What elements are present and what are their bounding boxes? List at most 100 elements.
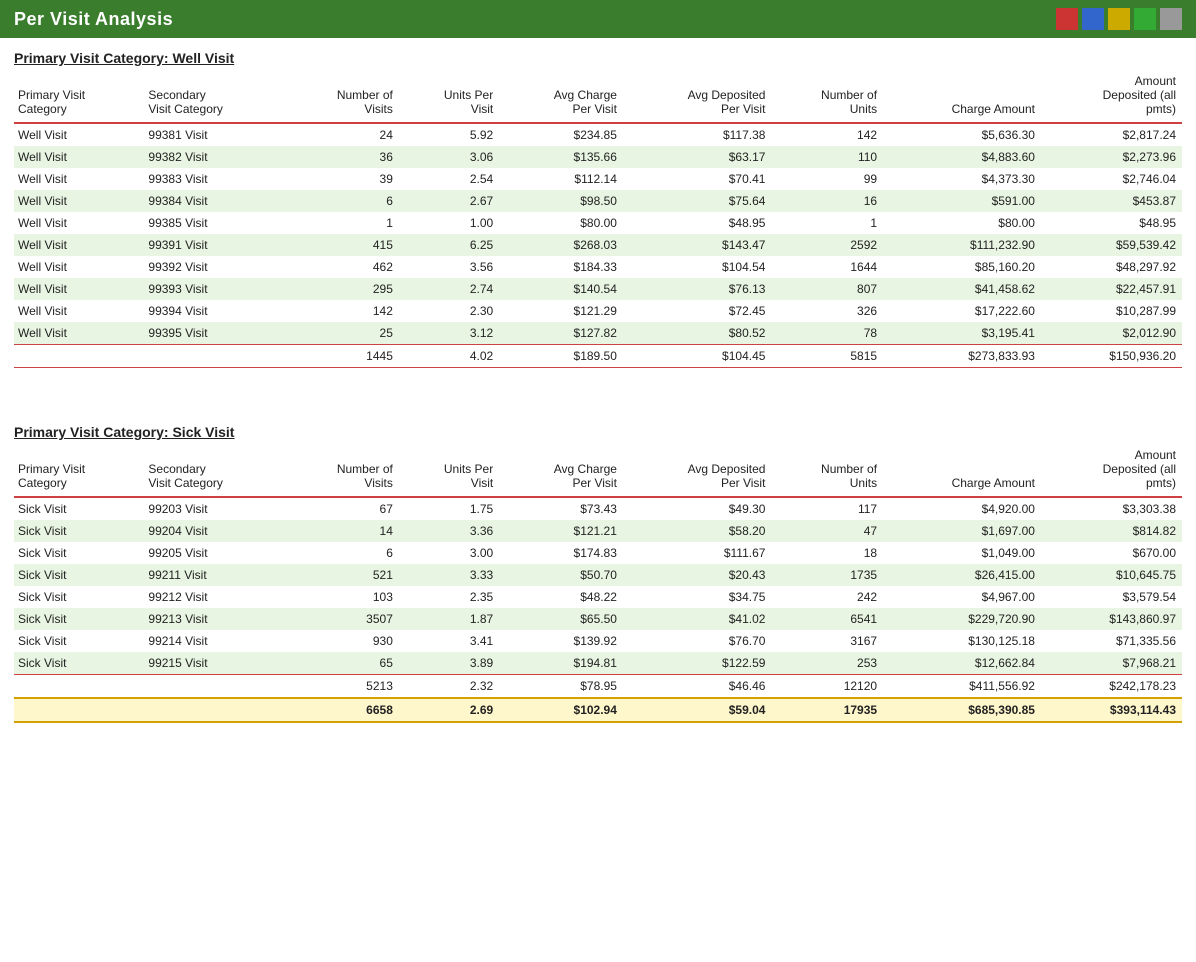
cell-1-7-0: Sick Visit <box>14 652 144 675</box>
cell-1-4-1: 99212 Visit <box>144 586 287 608</box>
cell-0-2-8: $2,746.04 <box>1041 168 1182 190</box>
page-header: Per Visit Analysis <box>0 0 1196 38</box>
cell-0-4-1: 99385 Visit <box>144 212 287 234</box>
cell-0-0-2: 24 <box>287 123 399 146</box>
cell-0-6-4: $184.33 <box>499 256 623 278</box>
col-header-0-6: Number ofUnits <box>771 70 883 123</box>
cell-1-4-5: $34.75 <box>623 586 772 608</box>
table-1: Primary VisitCategorySecondaryVisit Cate… <box>14 444 1182 723</box>
cell-1-6-0: Sick Visit <box>14 630 144 652</box>
table-row: Well Visit99384 Visit62.67$98.50$75.6416… <box>14 190 1182 212</box>
cell-0-1-3: 3.06 <box>399 146 499 168</box>
cell-1-3-5: $20.43 <box>623 564 772 586</box>
cell-0-7-4: $140.54 <box>499 278 623 300</box>
cell-1-7-3: 3.89 <box>399 652 499 675</box>
subtotal-row-1: 52132.32$78.95$46.4612120$411,556.92$242… <box>14 675 1182 699</box>
cell-0-8-7: $17,222.60 <box>883 300 1041 322</box>
cell-0-9-5: $80.52 <box>623 322 772 345</box>
grandtotal-cell-1-2: 6658 <box>287 698 399 722</box>
cell-1-7-2: 65 <box>287 652 399 675</box>
subtotal-cell-0-8: $150,936.20 <box>1041 345 1182 368</box>
table-row: Well Visit99381 Visit245.92$234.85$117.3… <box>14 123 1182 146</box>
cell-0-0-4: $234.85 <box>499 123 623 146</box>
col-header-1-6: Number ofUnits <box>771 444 883 497</box>
table-row: Sick Visit99215 Visit653.89$194.81$122.5… <box>14 652 1182 675</box>
cell-0-3-5: $75.64 <box>623 190 772 212</box>
cell-0-3-6: 16 <box>771 190 883 212</box>
cell-0-7-3: 2.74 <box>399 278 499 300</box>
col-header-1-0: Primary VisitCategory <box>14 444 144 497</box>
cell-0-6-1: 99392 Visit <box>144 256 287 278</box>
cell-0-1-7: $4,883.60 <box>883 146 1041 168</box>
table-row: Sick Visit99211 Visit5213.33$50.70$20.43… <box>14 564 1182 586</box>
cell-1-0-0: Sick Visit <box>14 497 144 520</box>
cell-1-1-4: $121.21 <box>499 520 623 542</box>
cell-1-5-8: $143,860.97 <box>1041 608 1182 630</box>
cell-0-9-1: 99395 Visit <box>144 322 287 345</box>
cell-0-1-5: $63.17 <box>623 146 772 168</box>
cell-0-5-1: 99391 Visit <box>144 234 287 256</box>
cell-0-4-6: 1 <box>771 212 883 234</box>
cell-1-6-6: 3167 <box>771 630 883 652</box>
cell-1-3-8: $10,645.75 <box>1041 564 1182 586</box>
cell-0-8-3: 2.30 <box>399 300 499 322</box>
cell-0-6-3: 3.56 <box>399 256 499 278</box>
cell-1-7-1: 99215 Visit <box>144 652 287 675</box>
cell-0-1-4: $135.66 <box>499 146 623 168</box>
cell-0-2-5: $70.41 <box>623 168 772 190</box>
subtotal-cell-0-3: 4.02 <box>399 345 499 368</box>
cell-1-2-4: $174.83 <box>499 542 623 564</box>
subtotal-cell-0-1 <box>144 345 287 368</box>
cell-1-0-5: $49.30 <box>623 497 772 520</box>
cell-0-4-7: $80.00 <box>883 212 1041 234</box>
cell-1-7-4: $194.81 <box>499 652 623 675</box>
cell-0-5-5: $143.47 <box>623 234 772 256</box>
table-row: Sick Visit99214 Visit9303.41$139.92$76.7… <box>14 630 1182 652</box>
subtotal-cell-1-2: 5213 <box>287 675 399 699</box>
yellow-icon <box>1108 8 1130 30</box>
cell-0-3-8: $453.87 <box>1041 190 1182 212</box>
grandtotal-cell-1-4: $102.94 <box>499 698 623 722</box>
cell-1-2-5: $111.67 <box>623 542 772 564</box>
cell-1-3-6: 1735 <box>771 564 883 586</box>
cell-1-2-3: 3.00 <box>399 542 499 564</box>
cell-1-7-7: $12,662.84 <box>883 652 1041 675</box>
cell-0-9-2: 25 <box>287 322 399 345</box>
cell-1-2-6: 18 <box>771 542 883 564</box>
cell-1-5-7: $229,720.90 <box>883 608 1041 630</box>
cell-0-3-2: 6 <box>287 190 399 212</box>
subtotal-cell-0-7: $273,833.93 <box>883 345 1041 368</box>
cell-1-1-2: 14 <box>287 520 399 542</box>
cell-0-2-2: 39 <box>287 168 399 190</box>
cell-1-4-8: $3,579.54 <box>1041 586 1182 608</box>
subtotal-cell-0-0 <box>14 345 144 368</box>
table-row: Sick Visit99204 Visit143.36$121.21$58.20… <box>14 520 1182 542</box>
col-header-1-8: AmountDeposited (allpmts) <box>1041 444 1182 497</box>
col-header-0-3: Units PerVisit <box>399 70 499 123</box>
cell-0-4-0: Well Visit <box>14 212 144 234</box>
cell-1-5-4: $65.50 <box>499 608 623 630</box>
cell-1-4-4: $48.22 <box>499 586 623 608</box>
grandtotal-cell-1-8: $393,114.43 <box>1041 698 1182 722</box>
cell-0-0-0: Well Visit <box>14 123 144 146</box>
cell-1-2-7: $1,049.00 <box>883 542 1041 564</box>
col-header-1-2: Number ofVisits <box>287 444 399 497</box>
cell-1-0-7: $4,920.00 <box>883 497 1041 520</box>
cell-0-3-7: $591.00 <box>883 190 1041 212</box>
page-title: Per Visit Analysis <box>14 9 173 30</box>
cell-1-4-6: 242 <box>771 586 883 608</box>
table-wrap-0: Primary VisitCategorySecondaryVisit Cate… <box>0 70 1196 388</box>
section-heading-1: Primary Visit Category: Sick Visit <box>0 412 1196 444</box>
cell-0-9-6: 78 <box>771 322 883 345</box>
cell-0-5-7: $111,232.90 <box>883 234 1041 256</box>
col-header-0-7: Charge Amount <box>883 70 1041 123</box>
cell-1-1-3: 3.36 <box>399 520 499 542</box>
cell-1-6-8: $71,335.56 <box>1041 630 1182 652</box>
subtotal-cell-0-4: $189.50 <box>499 345 623 368</box>
cell-0-4-3: 1.00 <box>399 212 499 234</box>
cell-0-0-5: $117.38 <box>623 123 772 146</box>
cell-1-0-1: 99203 Visit <box>144 497 287 520</box>
cell-0-5-6: 2592 <box>771 234 883 256</box>
cell-0-0-6: 142 <box>771 123 883 146</box>
table-row: Well Visit99383 Visit392.54$112.14$70.41… <box>14 168 1182 190</box>
